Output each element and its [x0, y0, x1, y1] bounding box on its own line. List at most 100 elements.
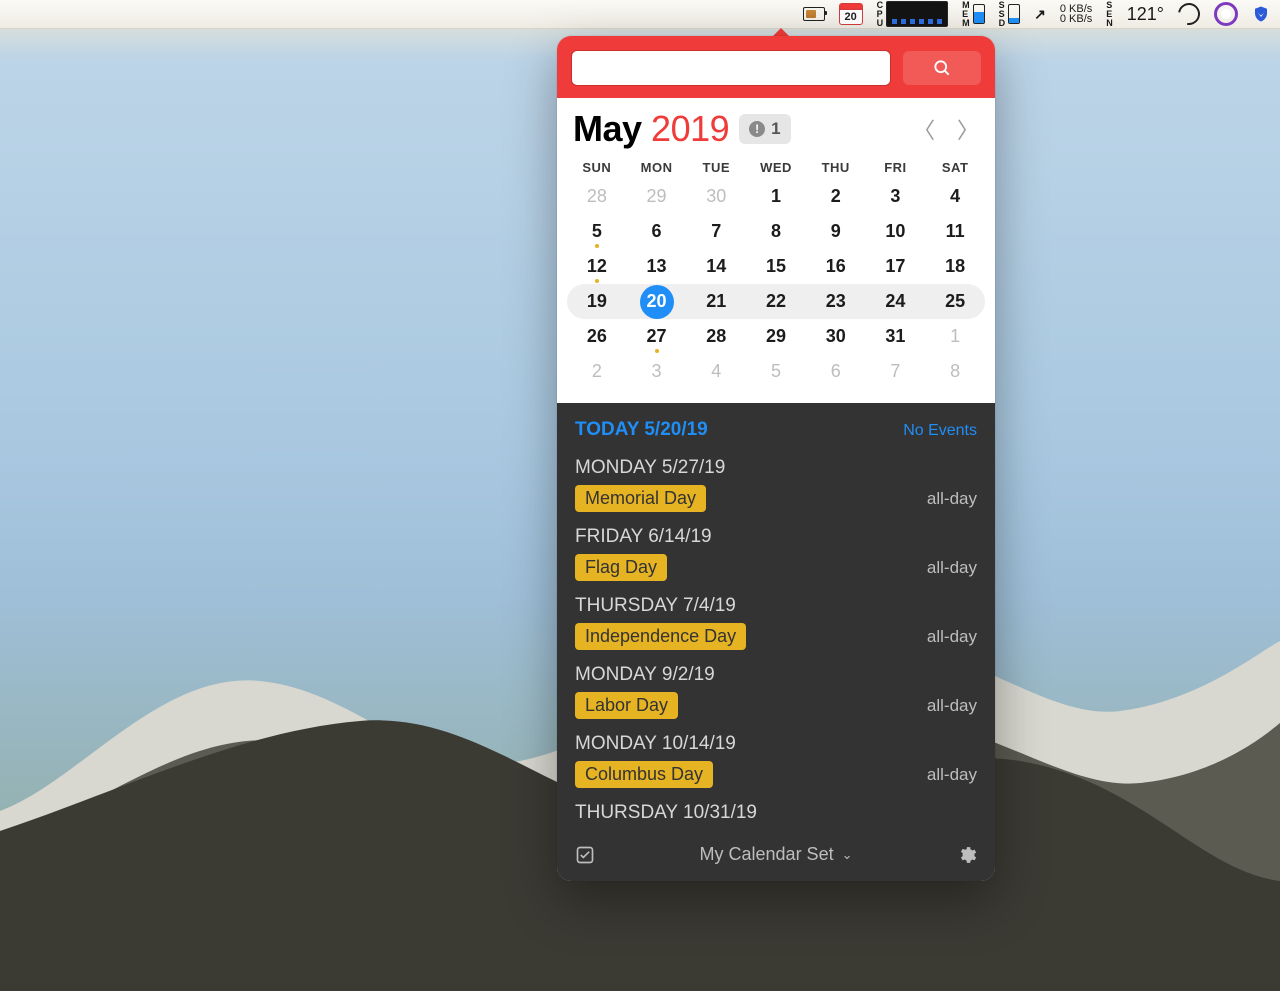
calendar-day[interactable]: 9 — [806, 214, 866, 249]
calendar-day[interactable]: 20 — [627, 284, 687, 319]
calendar-day[interactable]: 3 — [627, 354, 687, 389]
prev-month-button[interactable]: 〈 — [913, 113, 935, 145]
calendar-day[interactable]: 30 — [806, 319, 866, 354]
weekday-label: WED — [746, 160, 806, 175]
temperature-reading[interactable]: 121° — [1127, 4, 1164, 25]
battery-indicator[interactable] — [803, 7, 825, 21]
calendar-day[interactable]: 22 — [746, 284, 806, 319]
calendar-day[interactable]: 4 — [925, 179, 985, 214]
event-title: Flag Day — [575, 554, 667, 581]
calendar-day[interactable]: 5 — [567, 214, 627, 249]
weekday-header: SUNMONTUEWEDTHUFRISAT — [557, 150, 995, 179]
calendar-day[interactable]: 28 — [567, 179, 627, 214]
calendar-day[interactable]: 1 — [746, 179, 806, 214]
weekday-label: SUN — [567, 160, 627, 175]
agenda-date: FRIDAY 6/14/19 — [575, 526, 977, 548]
calendar-set-selector[interactable]: My Calendar Set ⌄ — [700, 844, 853, 865]
event-time: all-day — [927, 489, 977, 509]
agenda-date: MONDAY 10/14/19 — [575, 733, 977, 755]
calendar-day[interactable]: 17 — [866, 249, 926, 284]
next-month-button[interactable]: 〉 — [957, 113, 979, 145]
event-title: Columbus Day — [575, 761, 713, 788]
agenda-today-label: TODAY 5/20/19 — [575, 419, 708, 441]
shield-icon[interactable] — [1252, 5, 1270, 23]
calendar-day[interactable]: 13 — [627, 249, 687, 284]
calendar-day[interactable]: 8 — [746, 214, 806, 249]
calendar-day[interactable]: 5 — [746, 354, 806, 389]
agenda-event[interactable]: Columbus Dayall-day — [575, 761, 977, 788]
search-button[interactable] — [903, 51, 981, 85]
calendar-day[interactable]: 30 — [686, 179, 746, 214]
event-dot-icon — [595, 244, 599, 248]
calendar-day[interactable]: 7 — [686, 214, 746, 249]
search-input[interactable] — [571, 50, 891, 86]
agenda-event[interactable]: Flag Dayall-day — [575, 554, 977, 581]
calendar-day[interactable]: 23 — [806, 284, 866, 319]
calendar-day[interactable]: 28 — [686, 319, 746, 354]
calendar-week: 2627282930311 — [567, 319, 985, 354]
cpu-indicator[interactable]: CPU — [877, 1, 949, 28]
agenda-group: MONDAY 5/27/19Memorial Dayall-day — [575, 457, 977, 512]
calendar-day[interactable]: 14 — [686, 249, 746, 284]
ssd-indicator[interactable]: SSD — [999, 1, 1021, 28]
calendar-day[interactable]: 21 — [686, 284, 746, 319]
calendar-day[interactable]: 31 — [866, 319, 926, 354]
event-time: all-day — [927, 696, 977, 716]
gear-icon[interactable] — [957, 845, 977, 865]
agenda-no-events: No Events — [903, 422, 977, 440]
agenda-group: MONDAY 10/14/19 Columbus Dayall-day — [575, 733, 977, 788]
menubar-calendar-icon[interactable]: 20 — [839, 3, 863, 25]
agenda-event[interactable]: Memorial Dayall-day — [575, 485, 977, 512]
alert-icon: ! — [749, 121, 765, 137]
calendar-day[interactable]: 10 — [866, 214, 926, 249]
calendar-week: 2345678 — [567, 354, 985, 389]
agenda-panel: TODAY 5/20/19 No Events MONDAY 5/27/19Me… — [557, 403, 995, 830]
calendar-day[interactable]: 15 — [746, 249, 806, 284]
calendar-day[interactable]: 27 — [627, 319, 687, 354]
calendar-grid: 2829301234567891011121314151617181920212… — [557, 179, 995, 403]
calendar-day[interactable]: 24 — [866, 284, 926, 319]
calendar-day[interactable]: 29 — [746, 319, 806, 354]
sync-icon[interactable] — [1214, 2, 1238, 26]
agenda-event[interactable]: Labor Dayall-day — [575, 692, 977, 719]
month-title: May 2019 — [573, 108, 729, 150]
calendar-day[interactable]: 3 — [866, 179, 926, 214]
month-header: May 2019 ! 1 〈 〉 — [557, 98, 995, 150]
menubar: 20 CPU MEM SSD ↗ 0 KB/s0 KB/s SEN 121° — [0, 0, 1280, 29]
refresh-icon[interactable] — [1178, 3, 1200, 25]
calendar-day[interactable]: 4 — [686, 354, 746, 389]
agenda-group: THURSDAY 7/4/19Independence Dayall-day — [575, 595, 977, 650]
event-time: all-day — [927, 627, 977, 647]
calendar-day[interactable]: 8 — [925, 354, 985, 389]
mem-indicator[interactable]: MEM — [962, 1, 985, 28]
calendar-day[interactable]: 16 — [806, 249, 866, 284]
fullscreen-icon[interactable]: ↗ — [1034, 6, 1046, 23]
calendar-day[interactable]: 1 — [925, 319, 985, 354]
calendar-day[interactable]: 12 — [567, 249, 627, 284]
agenda-event[interactable]: Independence Day all-day — [575, 623, 977, 650]
agenda-date: THURSDAY 10/31/19 — [575, 802, 977, 824]
sensor-label[interactable]: SEN — [1106, 1, 1113, 28]
calendar-day[interactable]: 26 — [567, 319, 627, 354]
calendar-day[interactable]: 2 — [806, 179, 866, 214]
event-title: Independence Day — [575, 623, 746, 650]
chevron-down-icon: ⌄ — [842, 847, 853, 863]
calendar-day[interactable]: 6 — [806, 354, 866, 389]
agenda-group: MONDAY 9/2/19Labor Dayall-day — [575, 664, 977, 719]
calendar-day[interactable]: 2 — [567, 354, 627, 389]
calendar-day[interactable]: 19 — [567, 284, 627, 319]
calendar-popover: May 2019 ! 1 〈 〉 SUNMONTUEWEDTHUFRISAT 2… — [557, 36, 995, 881]
agenda-group: THURSDAY 10/31/19 — [575, 802, 977, 824]
network-indicator[interactable]: 0 KB/s0 KB/s — [1060, 4, 1092, 24]
calendar-day[interactable]: 18 — [925, 249, 985, 284]
calendar-day[interactable]: 11 — [925, 214, 985, 249]
event-dot-icon — [655, 349, 659, 353]
popover-footer: My Calendar Set ⌄ — [557, 830, 995, 881]
calendar-day[interactable]: 7 — [866, 354, 926, 389]
weekday-label: THU — [806, 160, 866, 175]
calendar-day[interactable]: 6 — [627, 214, 687, 249]
reminders-icon[interactable] — [575, 845, 595, 865]
alert-badge[interactable]: ! 1 — [739, 114, 790, 144]
calendar-day[interactable]: 25 — [925, 284, 985, 319]
calendar-day[interactable]: 29 — [627, 179, 687, 214]
